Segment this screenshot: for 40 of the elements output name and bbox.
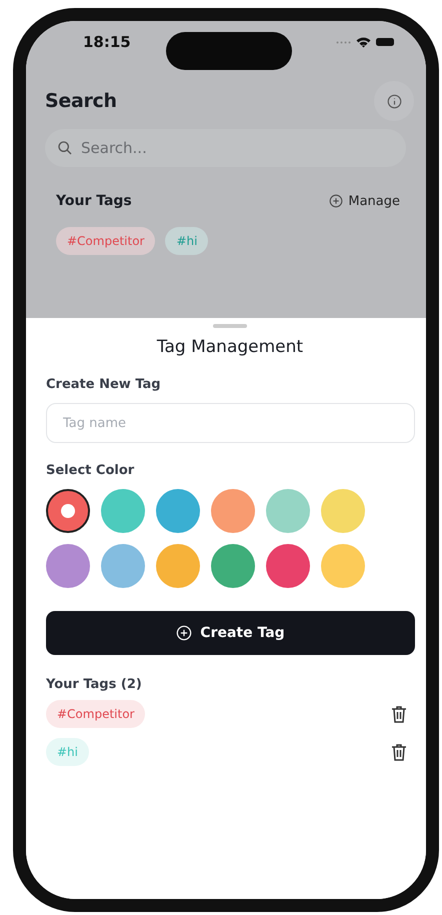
- list-title: Your Tags (2): [46, 677, 143, 692]
- delete-button[interactable]: [391, 705, 407, 723]
- field-label: Create New Tag: [46, 377, 162, 392]
- plus-circle-icon: [176, 625, 192, 641]
- tag-chip[interactable]: #Competitor: [46, 700, 146, 728]
- color-swatch[interactable]: [211, 489, 255, 533]
- tag-chip[interactable]: #hi: [165, 227, 208, 255]
- color-swatch[interactable]: [156, 544, 200, 588]
- color-swatch[interactable]: [266, 489, 310, 533]
- battery-icon: [376, 38, 394, 46]
- tag-name-field[interactable]: Tag name: [46, 403, 415, 443]
- page-title: Search: [45, 90, 117, 112]
- status-time: 18:15: [83, 33, 131, 51]
- color-swatch[interactable]: [321, 544, 365, 588]
- trash-icon: [391, 705, 407, 723]
- plus-circle-icon: [329, 194, 344, 208]
- color-swatch[interactable]: [46, 544, 90, 588]
- manage-button[interactable]: Manage: [329, 194, 400, 208]
- color-swatch[interactable]: [156, 489, 200, 533]
- sheet-handle: [213, 324, 247, 328]
- color-swatch[interactable]: [321, 489, 365, 533]
- field-label: Select Color: [46, 463, 136, 478]
- delete-button[interactable]: [391, 743, 407, 761]
- trash-icon: [391, 743, 407, 761]
- search-field[interactable]: Search...: [45, 129, 406, 167]
- tag-chip[interactable]: #hi: [46, 738, 89, 766]
- section-title: Your Tags: [56, 193, 132, 209]
- info-button[interactable]: [374, 81, 414, 121]
- color-swatch[interactable]: [211, 544, 255, 588]
- info-icon: [386, 94, 402, 108]
- color-swatch[interactable]: [46, 489, 90, 533]
- color-swatch[interactable]: [101, 489, 145, 533]
- sheet-title: Tag Management: [156, 337, 304, 357]
- color-swatch[interactable]: [266, 544, 310, 588]
- signal-dots-icon: [336, 40, 351, 44]
- search-icon: [57, 140, 73, 156]
- color-swatch[interactable]: [101, 544, 145, 588]
- create-tag-button[interactable]: Create Tag: [46, 611, 415, 655]
- wifi-icon: [356, 36, 371, 48]
- tag-chip[interactable]: #Competitor: [56, 227, 156, 255]
